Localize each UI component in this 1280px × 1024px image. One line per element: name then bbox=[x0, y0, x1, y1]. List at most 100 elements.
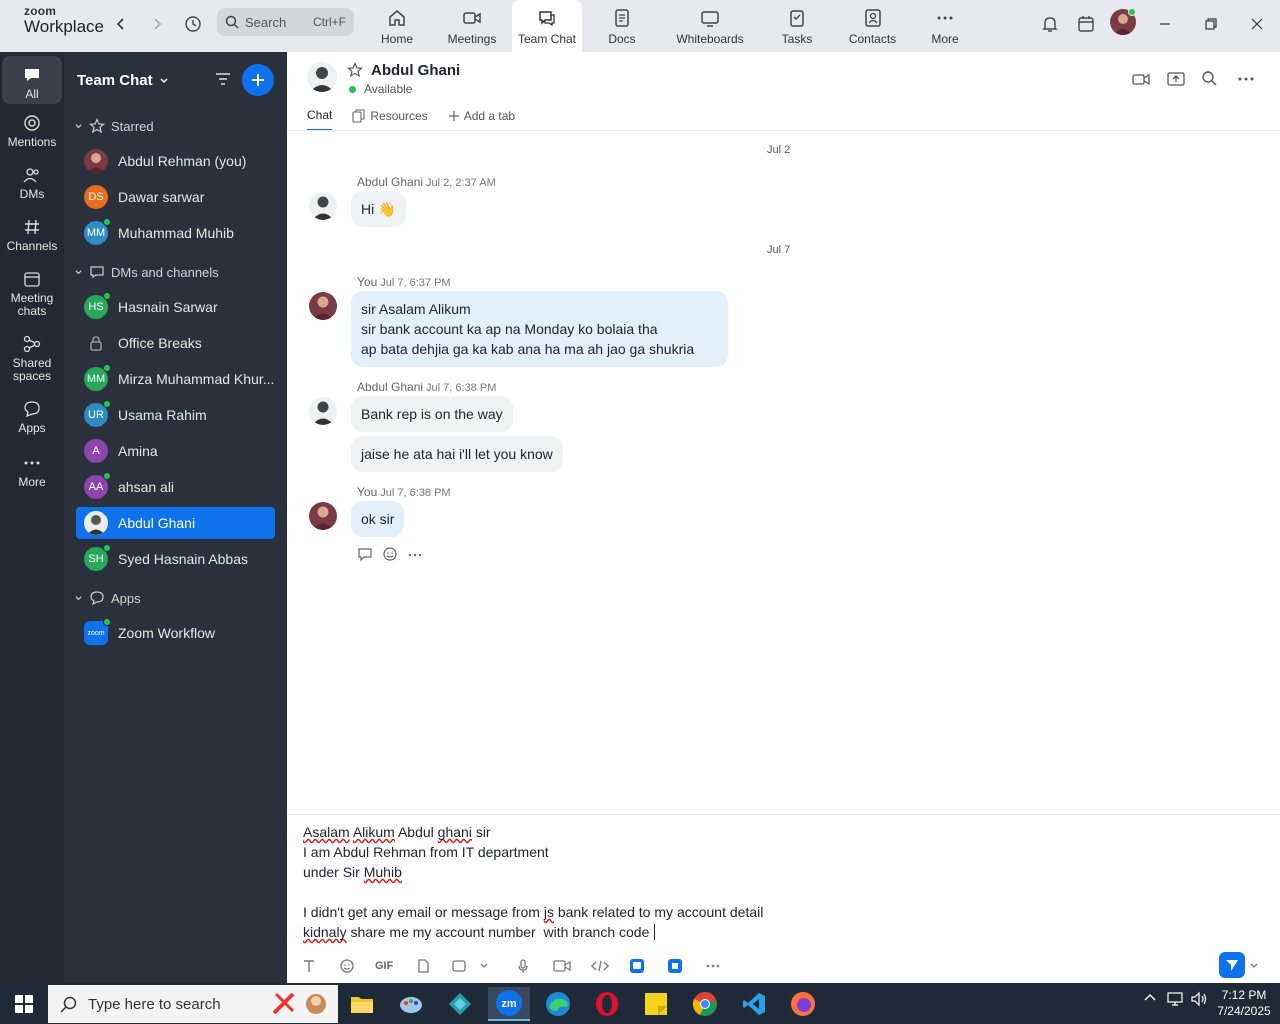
sidebar-item-amina[interactable]: A Amina bbox=[76, 435, 275, 467]
new-chat-button[interactable] bbox=[242, 64, 274, 96]
tab-more[interactable]: More bbox=[925, 0, 965, 52]
system-clock[interactable]: 7:12 PM 7/24/2025 bbox=[1214, 987, 1274, 1019]
sidebar-item-ahsan-ali[interactable]: AA ahsan ali bbox=[76, 471, 275, 503]
zoom-app-icon: zoom bbox=[84, 618, 111, 645]
presence-dot bbox=[103, 618, 111, 626]
chrome-browser-icon[interactable] bbox=[684, 987, 726, 1021]
paint-app-icon[interactable] bbox=[390, 987, 432, 1021]
send-button[interactable] bbox=[1219, 952, 1245, 978]
message-bubble[interactable]: ok sir bbox=[351, 501, 405, 537]
message-input[interactable]: Asalam Alikum Abdul ghani sir I am Abdul … bbox=[303, 822, 763, 942]
restore-icon[interactable] bbox=[1198, 11, 1224, 37]
reply-icon[interactable] bbox=[357, 546, 373, 562]
message-bubble[interactable]: Hi 👋 bbox=[351, 191, 406, 227]
gem-app-icon[interactable] bbox=[439, 987, 481, 1021]
tab-team-chat[interactable]: Team Chat bbox=[512, 0, 582, 52]
bell-icon[interactable] bbox=[1037, 11, 1063, 37]
tab-meetings[interactable]: Meetings bbox=[442, 0, 502, 52]
volume-icon[interactable] bbox=[1190, 991, 1208, 1007]
video-call-icon[interactable] bbox=[1132, 70, 1150, 88]
file-explorer-icon[interactable] bbox=[341, 987, 383, 1021]
avatar[interactable] bbox=[309, 397, 337, 425]
character-app-icon[interactable] bbox=[295, 987, 337, 1021]
windows-start-icon[interactable] bbox=[14, 994, 34, 1014]
sidebar-item-hasnain-sarwar[interactable]: HS Hasnain Sarwar bbox=[76, 291, 275, 323]
video-message-icon[interactable] bbox=[553, 956, 571, 976]
sidebar-item-office-breaks[interactable]: Office Breaks bbox=[76, 327, 275, 359]
share-screen-icon[interactable] bbox=[1167, 70, 1185, 88]
screenshot-icon[interactable] bbox=[451, 956, 467, 976]
zoom-taskbar-icon[interactable]: zm bbox=[488, 987, 530, 1021]
message-bubble[interactable]: Bank rep is on the way bbox=[351, 396, 513, 432]
history-icon[interactable] bbox=[182, 13, 204, 35]
search-box[interactable]: Search Ctrl+F bbox=[217, 8, 354, 36]
message-bubble[interactable]: sir Asalam Alikum sir bank account ka ap… bbox=[351, 291, 728, 367]
tab-whiteboards[interactable]: Whiteboards bbox=[670, 0, 750, 52]
rail-all[interactable]: All bbox=[2, 56, 62, 104]
tab-resources[interactable]: Resources bbox=[352, 108, 428, 131]
more-icon[interactable] bbox=[705, 956, 721, 976]
more-options-icon[interactable] bbox=[1237, 70, 1255, 88]
firefox-browser-icon[interactable] bbox=[782, 987, 824, 1021]
tab-home[interactable]: Home bbox=[372, 0, 422, 52]
opera-browser-icon[interactable] bbox=[586, 987, 628, 1021]
sidebar-item-dawar-sarwar[interactable]: DS Dawar sarwar bbox=[76, 181, 275, 213]
message-bubble[interactable]: jaise he ata hai i'll let you know bbox=[351, 436, 563, 472]
sidebar-item-syed-hasnain-abbas[interactable]: SH Syed Hasnain Abbas bbox=[76, 543, 275, 575]
tray-chevron-up-icon[interactable] bbox=[1143, 991, 1157, 1005]
sidebar-item-zoom-workflow[interactable]: zoom Zoom Workflow bbox=[76, 617, 275, 649]
emoji-reaction-icon[interactable] bbox=[382, 546, 398, 562]
tab-tasks[interactable]: Tasks bbox=[775, 0, 819, 52]
sidebar-item-muhammad-muhib[interactable]: MM Muhammad Muhib bbox=[76, 217, 275, 249]
send-options-chevron-icon[interactable] bbox=[1249, 956, 1259, 976]
more-actions-icon[interactable] bbox=[407, 546, 423, 562]
sticky-notes-icon[interactable] bbox=[635, 987, 677, 1021]
sidebar-item-usama-rahim[interactable]: UR Usama Rahim bbox=[76, 399, 275, 431]
rail-meeting-chats[interactable]: Meeting chats bbox=[2, 270, 62, 318]
contact-avatar[interactable] bbox=[307, 62, 337, 92]
avatar[interactable] bbox=[309, 292, 337, 320]
sidebar-item-mirza-muhammad[interactable]: MM Mirza Muhammad Khur... bbox=[76, 363, 275, 395]
rail-apps[interactable]: Apps bbox=[2, 400, 62, 435]
sidebar-title[interactable]: Team Chat bbox=[77, 72, 169, 89]
text-format-icon[interactable] bbox=[301, 956, 317, 976]
microphone-icon[interactable] bbox=[515, 956, 531, 976]
back-arrow-icon[interactable] bbox=[110, 13, 132, 35]
chat-icon bbox=[539, 11, 555, 27]
rail-channels[interactable]: Channels bbox=[2, 218, 62, 253]
chevron-down-icon[interactable] bbox=[479, 956, 489, 976]
section-apps[interactable]: Apps bbox=[74, 590, 141, 606]
calendar-icon[interactable] bbox=[1073, 11, 1099, 37]
emoji-icon[interactable] bbox=[339, 956, 355, 976]
avatar[interactable] bbox=[309, 192, 337, 220]
tab-contacts[interactable]: Contacts bbox=[845, 0, 900, 52]
gif-button[interactable]: GIF bbox=[375, 956, 393, 976]
code-snippet-icon[interactable] bbox=[591, 956, 609, 976]
sidebar-item-abdul-ghani[interactable]: Abdul Ghani bbox=[76, 507, 275, 539]
rail-mentions[interactable]: Mentions bbox=[2, 114, 62, 149]
whiteboard-app-icon[interactable] bbox=[629, 956, 645, 976]
close-icon[interactable] bbox=[1244, 11, 1270, 37]
vscode-icon[interactable] bbox=[733, 987, 775, 1021]
search-icon[interactable] bbox=[1201, 70, 1217, 86]
contact-name[interactable]: Abdul Ghani bbox=[371, 62, 460, 79]
file-icon[interactable] bbox=[415, 956, 431, 976]
tab-docs[interactable]: Docs bbox=[600, 0, 644, 52]
docs-app-icon[interactable] bbox=[667, 956, 683, 976]
rail-shared-spaces[interactable]: Shared spaces bbox=[2, 335, 62, 383]
sidebar-item-abdul-rehman[interactable]: Abdul Rehman (you) bbox=[76, 145, 275, 177]
section-starred[interactable]: Starred bbox=[74, 118, 154, 134]
tab-chat[interactable]: Chat bbox=[307, 108, 333, 131]
minimize-icon[interactable] bbox=[1152, 11, 1178, 37]
forward-arrow-icon[interactable] bbox=[146, 13, 168, 35]
section-dms-channels[interactable]: DMs and channels bbox=[74, 264, 219, 280]
composer-line: Asalam Alikum Abdul ghani sir bbox=[303, 824, 491, 840]
filter-icon[interactable] bbox=[214, 70, 232, 88]
avatar[interactable] bbox=[309, 502, 337, 530]
edge-browser-icon[interactable] bbox=[537, 987, 579, 1021]
rail-more[interactable]: More bbox=[2, 454, 62, 489]
rail-dms[interactable]: DMs bbox=[2, 166, 62, 201]
star-icon[interactable] bbox=[347, 62, 363, 78]
tab-add[interactable]: Add a tab bbox=[448, 108, 515, 131]
network-icon[interactable] bbox=[1166, 991, 1184, 1007]
